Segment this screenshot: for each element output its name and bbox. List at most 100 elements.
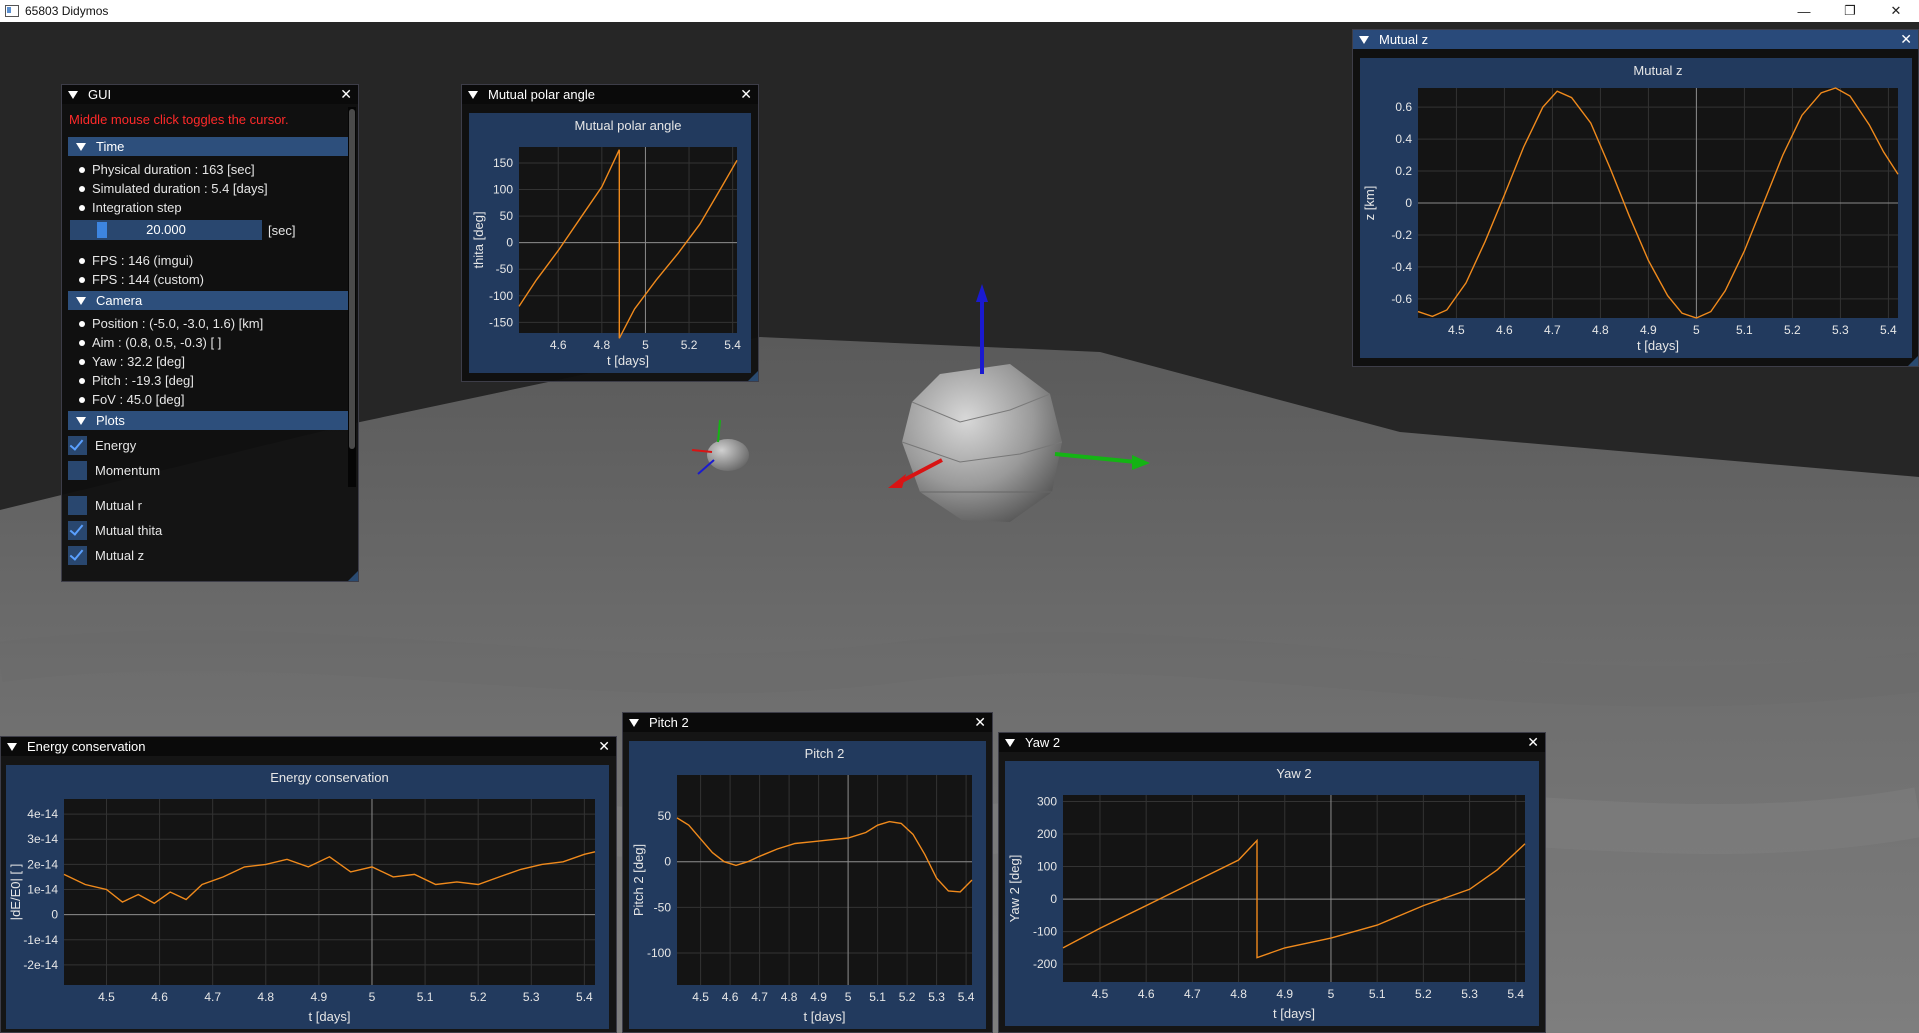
checkbox-momentum[interactable]: Momentum [68, 459, 352, 481]
checkbox-energy[interactable]: Energy [68, 434, 352, 456]
y-tick-label: -100 [1033, 925, 1057, 939]
polar-angle-plot[interactable]: Mutual polar angle 4.6 4.8 5 5.2 5.4 150 100 50 0… [469, 113, 751, 373]
resize-grip[interactable] [748, 371, 758, 381]
x-tick-label: 4.9 [1276, 987, 1293, 1001]
pitch-2-window[interactable]: Pitch 2 ✕ Pitch 2 4.5 4.6 4.7 4.8 4.9 5 5.1 5.2 5… [622, 712, 993, 1033]
camera-fov: FoV : 45.0 [deg] [68, 390, 352, 409]
collapse-triangle-icon[interactable] [7, 742, 17, 751]
collapse-triangle-icon[interactable] [68, 90, 78, 99]
plot-canvas [519, 147, 737, 333]
y-tick-label: 0.2 [1395, 164, 1412, 178]
gui-window[interactable]: GUI ✕ Middle mouse click toggles the cur… [61, 84, 359, 582]
close-icon[interactable]: ✕ [1527, 733, 1539, 752]
os-titlebar: 65803 Didymos — ❐ ✕ [0, 0, 1919, 22]
x-tick-label: 4.8 [593, 338, 610, 352]
y-tick-label: -2e-14 [23, 958, 58, 972]
window-titlebar[interactable]: Mutual polar angle ✕ [462, 85, 758, 104]
yaw-2-window[interactable]: Yaw 2 ✕ Yaw 2 4.5 4.6 4.7 4.8 4.9 5 5.1 5.2 5.3 5.… [998, 732, 1546, 1033]
y-tick-label: 50 [658, 809, 672, 823]
time-header-label: Time [96, 139, 125, 154]
slider-grab-handle[interactable] [97, 222, 107, 238]
integration-step-unit: [sec] [268, 222, 296, 238]
checkbox-mutual-thita[interactable]: Mutual thita [68, 519, 352, 541]
checkbox-label: Mutual z [95, 547, 145, 563]
y-axis-label: Pitch 2 [deg] [631, 844, 646, 916]
mutual-polar-angle-window[interactable]: Mutual polar angle ✕ Mutual polar angle 4… [461, 84, 759, 382]
x-tick-label: 4.9 [1640, 323, 1657, 337]
mutual-z-window[interactable]: Mutual z ✕ Mutual z 4.5 4.6 4.7 4.8 4.9 5 5.1 5.… [1352, 29, 1919, 367]
checkbox-box[interactable] [68, 545, 87, 565]
x-tick-label: 5.1 [417, 990, 434, 1004]
expand-triangle-icon [76, 416, 86, 425]
gui-scrollbar[interactable] [348, 107, 356, 487]
x-tick-label: 5.4 [724, 338, 741, 352]
window-titlebar[interactable]: Yaw 2 ✕ [999, 733, 1545, 752]
gui-window-titlebar[interactable]: GUI ✕ [62, 85, 358, 104]
checkbox-label: Mutual thita [95, 522, 163, 538]
y-tick-label: 4e-14 [27, 807, 58, 821]
checkbox-box[interactable] [68, 435, 87, 455]
x-tick-label: 5.2 [1784, 323, 1801, 337]
y-tick-label: 0 [1050, 892, 1057, 906]
close-icon[interactable]: ✕ [740, 85, 752, 104]
checkbox-box[interactable] [68, 520, 87, 540]
y-axis-label: Yaw 2 [deg] [1007, 855, 1022, 923]
close-icon[interactable]: ✕ [598, 737, 610, 756]
plot-area[interactable]: Mutual z 4.5 4.6 4.7 4.8 4.9 5 5.1 5.2 5.3 5.4 0.6 0… [1360, 58, 1912, 358]
close-icon[interactable]: ✕ [974, 713, 986, 732]
x-axis-label: t [days] [309, 1009, 351, 1024]
collapse-triangle-icon[interactable] [468, 90, 478, 99]
plots-header-label: Plots [96, 413, 125, 428]
integration-step-value: 20.000 [146, 222, 186, 237]
plot-title: Energy conservation [270, 770, 389, 785]
energy-conservation-window[interactable]: Energy conservation ✕ Energy conservatio… [0, 736, 617, 1033]
integration-step-slider[interactable]: 20.000 [70, 220, 262, 240]
plot-area[interactable]: Yaw 2 4.5 4.6 4.7 4.8 4.9 5 5.1 5.2 5.3 5.4 300 200 1… [1005, 761, 1539, 1026]
yaw-2-plot[interactable]: Yaw 2 4.5 4.6 4.7 4.8 4.9 5 5.1 5.2 5.3 5.4 300 200 1… [1005, 761, 1539, 1026]
y-tick-label: -0.6 [1391, 292, 1412, 306]
x-tick-label: 4.6 [1138, 987, 1155, 1001]
minimize-icon[interactable]: — [1781, 0, 1827, 22]
y-axis-label: |dE/E0| [ ] [8, 864, 23, 921]
collapse-triangle-icon[interactable] [1005, 738, 1015, 747]
plot-area[interactable]: Energy conservation 4.5 4.6 4.7 4.8 4.9 5 5.1 5.… [6, 765, 609, 1029]
pitch-2-plot[interactable]: Pitch 2 4.5 4.6 4.7 4.8 4.9 5 5.1 5.2 5.3 5.4 50 0 -5… [629, 741, 986, 1029]
close-icon[interactable]: ✕ [1873, 0, 1919, 22]
x-tick-label: 5 [1328, 987, 1335, 1001]
window-titlebar[interactable]: Energy conservation ✕ [1, 737, 616, 756]
x-tick-label: 5.4 [576, 990, 593, 1004]
x-axis-label: t [days] [804, 1009, 846, 1024]
camera-pitch: Pitch : -19.3 [deg] [68, 371, 352, 390]
x-tick-label: 4.8 [1592, 323, 1609, 337]
restore-icon[interactable]: ❐ [1827, 0, 1873, 22]
x-tick-label: 5.2 [899, 990, 916, 1004]
resize-grip[interactable] [1908, 356, 1918, 366]
collapse-triangle-icon[interactable] [1359, 35, 1369, 44]
plot-area[interactable]: Pitch 2 4.5 4.6 4.7 4.8 4.9 5 5.1 5.2 5.3 5.4 50 0 -5… [629, 741, 986, 1029]
plot-title: Mutual z [1633, 63, 1682, 78]
y-tick-label: 3e-14 [27, 832, 58, 846]
close-icon[interactable]: ✕ [1900, 30, 1912, 49]
x-tick-label: 4.6 [722, 990, 739, 1004]
x-tick-label: 4.7 [751, 990, 768, 1004]
mutual-z-plot[interactable]: Mutual z 4.5 4.6 4.7 4.8 4.9 5 5.1 5.2 5.3 5.4 0.6 0… [1360, 58, 1912, 358]
camera-section-header[interactable]: Camera [68, 291, 354, 310]
x-axis-label: t [days] [1637, 338, 1679, 353]
energy-plot[interactable]: Energy conservation 4.5 4.6 4.7 4.8 4.9 5 5.1 5.… [6, 765, 609, 1029]
checkbox-box[interactable] [68, 460, 87, 480]
y-tick-label: -200 [1033, 957, 1057, 971]
plots-section-header[interactable]: Plots [68, 411, 354, 430]
time-section-header[interactable]: Time [68, 137, 354, 156]
resize-grip[interactable] [348, 571, 358, 581]
window-titlebar[interactable]: Mutual z ✕ [1353, 30, 1918, 49]
close-icon[interactable]: ✕ [340, 85, 352, 104]
scrollbar-thumb[interactable] [349, 109, 355, 449]
checkbox-box[interactable] [68, 495, 87, 515]
y-tick-label: 1e-14 [27, 882, 58, 896]
window-titlebar[interactable]: Pitch 2 ✕ [623, 713, 992, 732]
checkbox-mutual-z[interactable]: Mutual z [68, 544, 352, 566]
collapse-triangle-icon[interactable] [629, 718, 639, 727]
checkbox-mutual-r[interactable]: Mutual r [68, 494, 352, 516]
plot-area[interactable]: Mutual polar angle 4.6 4.8 5 5.2 5.4 150 100 50 0… [469, 113, 751, 373]
x-tick-label: 5.1 [1369, 987, 1386, 1001]
